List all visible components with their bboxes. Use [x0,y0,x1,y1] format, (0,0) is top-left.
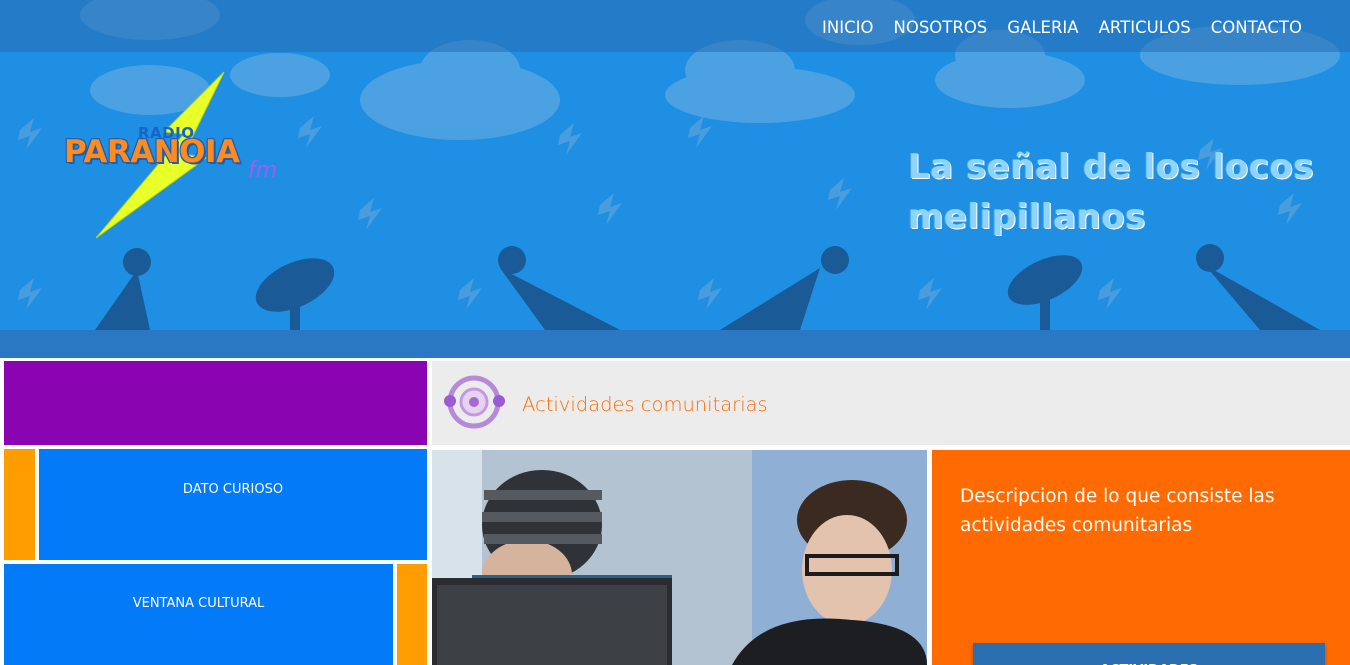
nav-inicio[interactable]: INICIO [822,18,873,37]
activity-photo [432,450,927,665]
ventana-cultural-label: VENTANA CULTURAL [132,596,265,611]
nav-nosotros[interactable]: NOSOTROS [893,18,987,37]
logo-name-text: PARANOIA [64,134,240,170]
site-slogan: La señal de los locos melipillanos [908,147,1314,237]
activity-description: Descripcion de lo que consiste las activ… [960,486,1275,536]
activity-description-panel: Descripcion de lo que consiste las activ… [932,450,1350,665]
activities-button[interactable]: ACTIVIDADES [973,643,1325,665]
activity-title: Actividades comunitarias [522,393,768,416]
site-header: INICIO NOSOTROS GALERIA ARTICULOS CONTAC… [0,0,1350,358]
orange-accent-strip [397,564,427,665]
nav-contacto[interactable]: CONTACTO [1211,18,1302,37]
main-nav: INICIO NOSOTROS GALERIA ARTICULOS CONTAC… [822,18,1302,37]
nav-articulos[interactable]: ARTICULOS [1099,18,1191,37]
purple-banner-tile [4,361,427,445]
nav-galeria[interactable]: GALERIA [1007,18,1078,37]
site-logo[interactable]: RADIO PARANOIA fm [56,70,296,242]
dato-curioso-label: DATO CURIOSO [182,482,284,497]
radio-signal-icon [444,375,505,429]
ventana-cultural-tile[interactable]: VENTANA CULTURAL [4,564,393,665]
dato-curioso-tile[interactable]: DATO CURIOSO [39,449,427,560]
activity-header: Actividades comunitarias [432,361,1350,445]
header-bottom-band [0,330,1350,358]
logo-fm-text: fm [248,158,278,183]
orange-accent-strip [4,449,35,560]
activity-photo-image [432,450,927,665]
